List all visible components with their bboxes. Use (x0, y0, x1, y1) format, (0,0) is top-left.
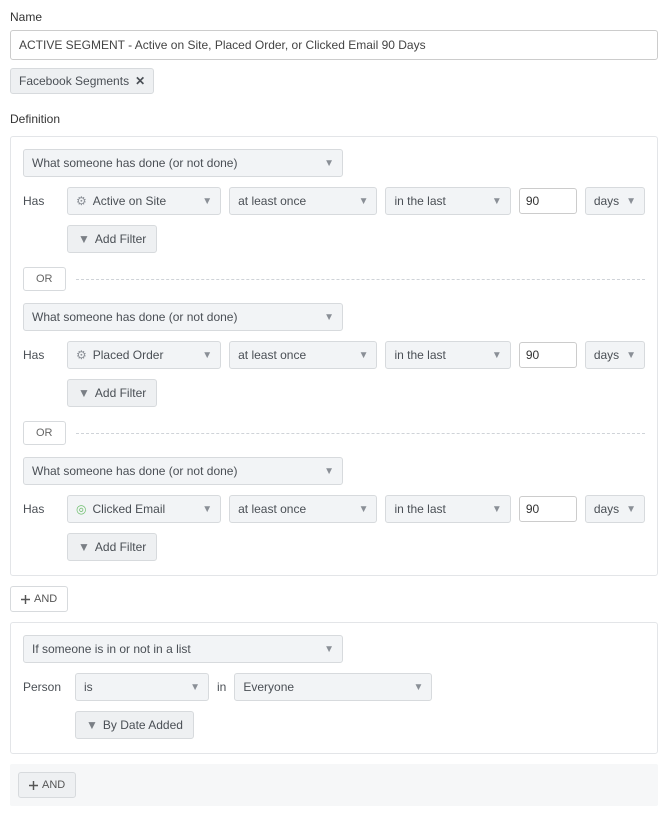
definition-label: Definition (10, 112, 658, 126)
days-value-input-3[interactable] (519, 496, 577, 522)
frequency-select-1[interactable]: at least once▼ (229, 187, 377, 215)
cart-icon: ⚙ (76, 348, 87, 362)
chevron-down-icon: ▼ (324, 466, 334, 477)
timeframe-select-1[interactable]: in the last▼ (385, 187, 510, 215)
chevron-down-icon: ▼ (492, 196, 502, 207)
and-button-2[interactable]: AND (18, 772, 76, 798)
plus-icon (21, 595, 30, 604)
days-value-input-1[interactable] (519, 188, 577, 214)
filter-icon: ▼ (78, 540, 90, 554)
frequency-select-3[interactable]: at least once▼ (229, 495, 377, 523)
chevron-down-icon: ▼ (324, 644, 334, 655)
has-label: Has (23, 194, 59, 208)
gear-icon: ⚙ (76, 194, 87, 208)
add-filter-button-3[interactable]: ▼ Add Filter (67, 533, 157, 561)
days-value-input-2[interactable] (519, 342, 577, 368)
chevron-down-icon: ▼ (359, 350, 369, 361)
segment-tag-label: Facebook Segments (19, 74, 129, 88)
click-icon: ◎ (76, 502, 86, 516)
by-date-added-button[interactable]: ▼ By Date Added (75, 711, 194, 739)
chevron-down-icon: ▼ (492, 504, 502, 515)
metric-select-clicked-email[interactable]: ◎Clicked Email▼ (67, 495, 221, 523)
timeframe-select-2[interactable]: in the last▼ (385, 341, 510, 369)
timeframe-select-3[interactable]: in the last▼ (385, 495, 510, 523)
list-select[interactable]: Everyone▼ (234, 673, 432, 701)
chevron-down-icon: ▼ (359, 504, 369, 515)
name-label: Name (10, 10, 658, 24)
chevron-down-icon: ▼ (626, 504, 636, 515)
metric-select-active-on-site[interactable]: ⚙Active on Site▼ (67, 187, 221, 215)
plus-icon (29, 781, 38, 790)
list-condition-select[interactable]: If someone is in or not in a list▼ (23, 635, 343, 663)
filter-icon: ▼ (78, 386, 90, 400)
and-button-1[interactable]: AND (10, 586, 68, 612)
add-filter-button-1[interactable]: ▼ Add Filter (67, 225, 157, 253)
add-filter-button-2[interactable]: ▼ Add Filter (67, 379, 157, 407)
has-label: Has (23, 502, 59, 516)
has-label: Has (23, 348, 59, 362)
condition-type-select-2[interactable]: What someone has done (or not done)▼ (23, 303, 343, 331)
chevron-down-icon: ▼ (202, 350, 212, 361)
chevron-down-icon: ▼ (324, 158, 334, 169)
condition-type-select-1[interactable]: What someone has done (or not done)▼ (23, 149, 343, 177)
or-divider-2: OR (23, 421, 645, 445)
in-label: in (217, 680, 226, 694)
segment-name-input[interactable] (10, 30, 658, 60)
chevron-down-icon: ▼ (359, 196, 369, 207)
chevron-down-icon: ▼ (324, 312, 334, 323)
or-button-2[interactable]: OR (23, 421, 66, 445)
segment-tag[interactable]: Facebook Segments ✕ (10, 68, 154, 94)
or-divider-1: OR (23, 267, 645, 291)
days-unit-select-3[interactable]: days▼ (585, 495, 645, 523)
person-label: Person (23, 680, 67, 694)
chevron-down-icon: ▼ (626, 196, 636, 207)
tag-remove-icon[interactable]: ✕ (135, 74, 145, 88)
filter-icon: ▼ (86, 718, 98, 732)
days-unit-select-1[interactable]: days▼ (585, 187, 645, 215)
chevron-down-icon: ▼ (492, 350, 502, 361)
definition-block-2: If someone is in or not in a list▼ Perso… (10, 622, 658, 754)
chevron-down-icon: ▼ (202, 504, 212, 515)
condition-type-select-3[interactable]: What someone has done (or not done)▼ (23, 457, 343, 485)
chevron-down-icon: ▼ (202, 196, 212, 207)
or-button-1[interactable]: OR (23, 267, 66, 291)
chevron-down-icon: ▼ (413, 682, 423, 693)
filter-icon: ▼ (78, 232, 90, 246)
metric-select-placed-order[interactable]: ⚙Placed Order▼ (67, 341, 221, 369)
days-unit-select-2[interactable]: days▼ (585, 341, 645, 369)
frequency-select-2[interactable]: at least once▼ (229, 341, 377, 369)
definition-block-1: What someone has done (or not done)▼ Has… (10, 136, 658, 576)
is-select[interactable]: is▼ (75, 673, 209, 701)
chevron-down-icon: ▼ (626, 350, 636, 361)
chevron-down-icon: ▼ (190, 682, 200, 693)
